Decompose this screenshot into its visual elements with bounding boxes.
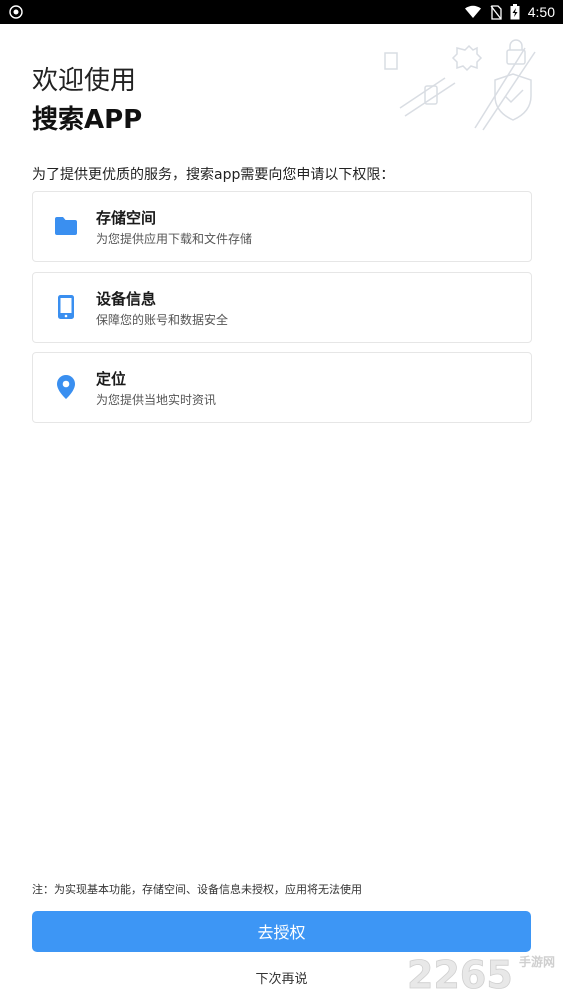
- authorize-button[interactable]: 去授权: [32, 911, 531, 952]
- watermark-number: 2265: [407, 953, 513, 996]
- no-sim-icon: [490, 4, 502, 20]
- battery-charging-icon: [510, 4, 520, 20]
- permission-desc: 为您提供当地实时资讯: [96, 393, 217, 407]
- permission-card-storage: 存储空间 为您提供应用下载和文件存储: [32, 191, 532, 262]
- permission-intro: 为了提供更优质的服务，搜索app需要向您申请以下权限：: [32, 167, 395, 183]
- permission-desc: 为您提供应用下载和文件存储: [96, 232, 253, 246]
- welcome-title: 欢迎使用: [32, 66, 137, 96]
- site-watermark-logo: 2265 手游网: [407, 953, 555, 996]
- wifi-icon: [464, 5, 481, 18]
- app-notification-icon: [9, 5, 23, 19]
- permission-desc: 保障您的账号和数据安全: [96, 313, 229, 327]
- permission-card-location: 定位 为您提供当地实时资讯: [32, 352, 532, 423]
- app-name-title: 搜索APP: [32, 105, 143, 135]
- permission-name: 设备信息: [96, 290, 157, 308]
- permission-note: 注：为实现基本功能，存储空间、设备信息未授权，应用将无法使用: [32, 883, 362, 896]
- permission-name: 存储空间: [96, 209, 157, 227]
- phone-icon: [58, 295, 74, 319]
- permission-name: 定位: [96, 370, 127, 388]
- status-time: 4:50: [527, 4, 555, 20]
- watermark-suffix: 手游网: [519, 954, 555, 969]
- permission-card-device: 设备信息 保障您的账号和数据安全: [32, 272, 532, 343]
- folder-icon: [55, 217, 77, 235]
- security-illustration-icon: [384, 39, 536, 131]
- location-pin-icon: [57, 375, 75, 399]
- status-bar: 4:50: [0, 0, 563, 24]
